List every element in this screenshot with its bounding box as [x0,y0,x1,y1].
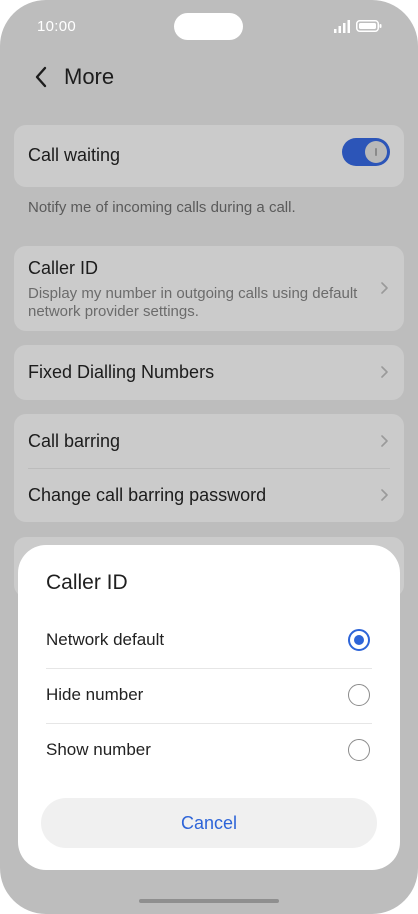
call-barring-row[interactable]: Call barring [14,414,404,468]
status-time: 10:00 [37,18,77,35]
option-show-number[interactable]: Show number [18,724,400,778]
option-hide-number[interactable]: Hide number [18,669,400,723]
fixed-dialling-row[interactable]: Fixed Dialling Numbers [14,345,404,400]
home-indicator[interactable] [139,899,279,903]
call-waiting-description: Notify me of incoming calls during a cal… [28,199,296,216]
caller-id-row[interactable]: Caller ID Display my number in outgoing … [14,246,404,331]
radio-unselected-icon[interactable] [348,684,370,706]
call-barring-label: Call barring [28,431,121,451]
toggle-knob-mark [375,148,377,156]
page-title: More [64,64,115,89]
radio-unselected-icon[interactable] [348,739,370,761]
chevron-right-icon [381,366,388,378]
caller-id-description: Display my number in outgoing calls usin… [28,285,358,320]
cancel-button[interactable]: Cancel [41,798,377,848]
option-label: Network default [46,630,165,649]
dialog-title: Caller ID [46,571,128,594]
status-bar: 10:00 [0,0,418,56]
change-barring-password-row[interactable]: Change call barring password [14,469,404,522]
caller-id-dialog: Caller ID Network default Hide number Sh… [18,545,400,870]
chevron-right-icon [381,489,388,501]
battery-icon [356,20,382,32]
option-label: Hide number [46,685,144,704]
signal-icon [334,20,350,33]
option-network-default[interactable]: Network default [18,614,400,668]
chevron-right-icon [381,282,388,294]
chevron-right-icon [381,435,388,447]
caller-id-label: Caller ID [28,258,99,278]
call-waiting-row[interactable]: Call waiting [14,125,404,187]
change-barring-password-label: Change call barring password [28,485,267,505]
back-arrow-icon[interactable] [30,65,54,89]
call-waiting-toggle[interactable] [342,138,390,166]
call-waiting-label: Call waiting [28,145,121,165]
camera-island [174,13,243,40]
phone-screen: 10:00 More Call waiting Notify me of inc… [0,0,418,914]
call-barring-group: Call barring Change call barring passwor… [14,414,404,522]
option-label: Show number [46,740,151,759]
radio-selected-icon[interactable] [348,629,370,651]
toggle-knob [365,141,387,163]
app-header: More [0,58,418,100]
fixed-dialling-label: Fixed Dialling Numbers [28,362,215,382]
